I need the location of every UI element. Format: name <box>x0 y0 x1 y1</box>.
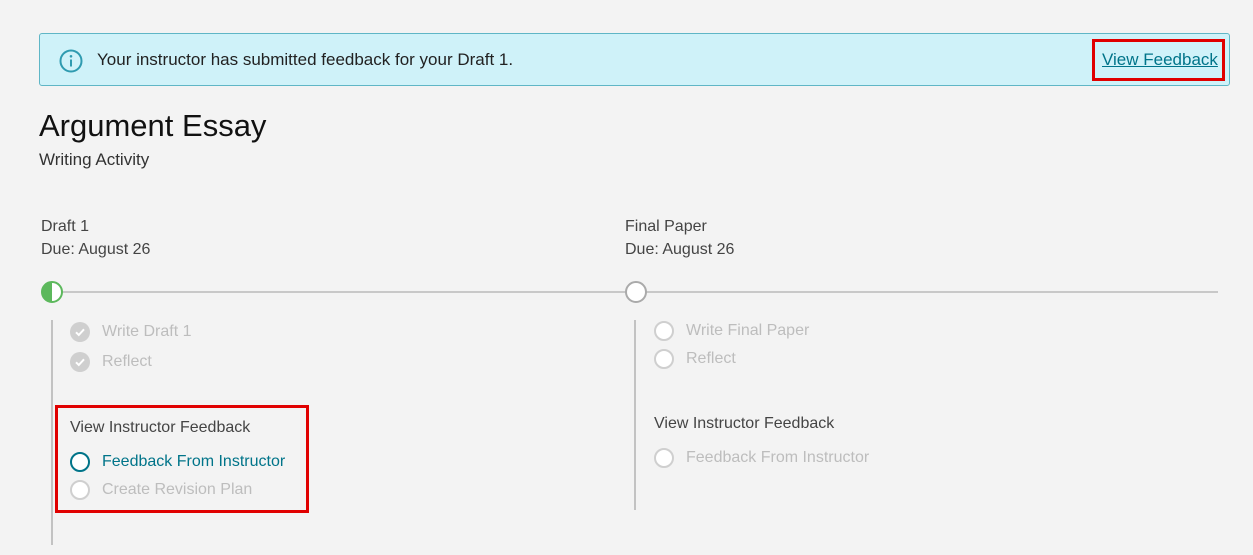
task-write-final-paper[interactable]: Write Final Paper <box>654 321 809 341</box>
task-label: Write Draft 1 <box>102 323 192 340</box>
view-feedback-link[interactable]: View Feedback <box>1102 50 1218 70</box>
stage-name-draft1: Draft 1 <box>41 218 90 235</box>
task-reflect-final[interactable]: Reflect <box>654 349 736 369</box>
page-subtitle: Writing Activity <box>39 150 150 169</box>
group-title-draft1: View Instructor Feedback <box>70 419 251 436</box>
task-label: Reflect <box>686 350 736 367</box>
stage-node-draft1[interactable] <box>41 281 63 303</box>
task-label: Write Final Paper <box>686 322 810 339</box>
circle-icon <box>70 452 90 472</box>
feedback-banner: Your instructor has submitted feedback f… <box>39 33 1230 86</box>
task-write-draft1[interactable]: Write Draft 1 <box>70 322 192 342</box>
group-title-final: View Instructor Feedback <box>654 415 835 432</box>
checkmark-icon <box>70 352 90 372</box>
circle-icon <box>654 321 674 341</box>
task-feedback-final[interactable]: Feedback From Instructor <box>654 448 869 468</box>
circle-icon <box>654 349 674 369</box>
task-label: Reflect <box>102 353 152 370</box>
info-icon <box>59 49 83 73</box>
task-label: Feedback From Instructor <box>102 453 286 470</box>
stage-due-final: Due: August 26 <box>625 241 735 258</box>
circle-icon <box>654 448 674 468</box>
checkmark-icon <box>70 322 90 342</box>
task-create-revision-plan[interactable]: Create Revision Plan <box>70 480 252 500</box>
task-feedback-from-instructor[interactable]: Feedback From Instructor <box>70 452 285 472</box>
stage-line-final <box>634 320 636 510</box>
stage-name-final: Final Paper <box>625 218 707 235</box>
page-title: Argument Essay <box>39 108 267 143</box>
stage-line-draft1 <box>51 320 53 545</box>
task-label: Create Revision Plan <box>102 481 253 498</box>
banner-message: Your instructor has submitted feedback f… <box>97 50 514 69</box>
task-label: Feedback From Instructor <box>686 449 870 466</box>
circle-icon <box>70 480 90 500</box>
stage-node-final[interactable] <box>625 281 647 303</box>
stage-due-draft1: Due: August 26 <box>41 241 151 258</box>
task-reflect-draft1[interactable]: Reflect <box>70 352 152 372</box>
